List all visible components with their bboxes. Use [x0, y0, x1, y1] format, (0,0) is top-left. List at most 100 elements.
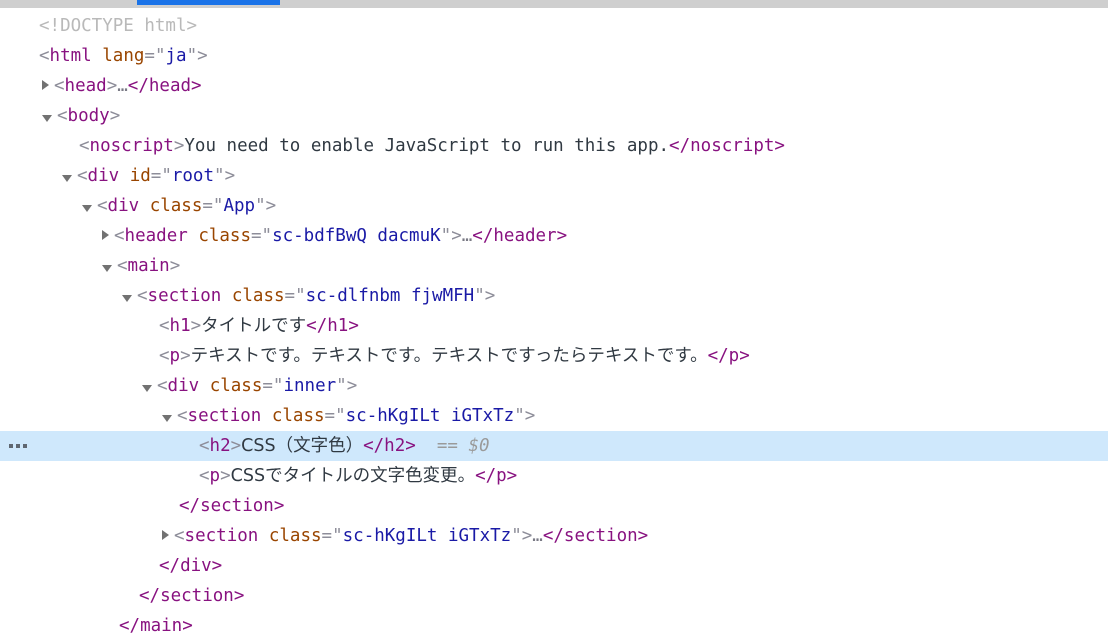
attr-value-token: ja [165, 46, 187, 66]
tag-name-token: p [169, 346, 181, 366]
elements-tab-active-underline[interactable] [137, 0, 280, 5]
dom-tree-row[interactable]: <h1>タイトルです</h1> [0, 311, 1108, 341]
chevron-down-icon[interactable] [122, 294, 132, 302]
angle-close-token: > [220, 466, 231, 486]
dom-tree-row[interactable]: <section class="sc-dlfnbm fjwMFH"> [0, 281, 1108, 311]
devtools-topbar [0, 0, 1108, 8]
dom-tree-row[interactable]: <body> [0, 101, 1108, 131]
attr-quote-token: " [514, 406, 525, 426]
attr-name-token: class [198, 226, 251, 246]
attr-name-token: class [268, 526, 322, 546]
twisty-spacer-icon [122, 595, 134, 596]
twisty-spacer-icon [62, 145, 74, 146]
dom-tree-row[interactable]: <section class="sc-hKgILt iGTxTz"> [0, 401, 1108, 431]
tag-name-token: div [87, 166, 120, 186]
chevron-down-icon[interactable] [102, 264, 112, 272]
chevron-down-icon[interactable] [162, 414, 172, 422]
chevron-down-icon[interactable] [82, 204, 92, 212]
dom-tree-row[interactable]: <div class="inner"> [0, 371, 1108, 401]
dom-tree-row-content: </section> [122, 581, 244, 611]
closing-tag-token: </header> [472, 226, 568, 246]
closing-tag-token: </h1> [306, 316, 359, 336]
chevron-down-icon[interactable] [142, 384, 152, 392]
dom-tree-row[interactable]: </main> [0, 611, 1108, 641]
tag-name-token: section [187, 406, 262, 426]
dom-tree-row[interactable]: <div class="App"> [0, 191, 1108, 221]
tag-name-token: section [147, 286, 222, 306]
node-text-token: CSS（文字色） [241, 436, 364, 456]
tag-name-token: div [167, 376, 200, 396]
dom-tree-row[interactable]: </div> [0, 551, 1108, 581]
twisty-spacer-icon [102, 625, 114, 626]
attr-eq-token: =" [321, 526, 343, 546]
dom-tree-row-selected[interactable]: <h2>CSS（文字色）</h2> == $0 [0, 431, 1108, 461]
twisty-spacer-icon [22, 25, 34, 26]
tag-name-token: header [124, 226, 188, 246]
dom-tree-row[interactable]: </section> [0, 491, 1108, 521]
attr-quote-token: " [440, 226, 452, 246]
doctype-token: <!DOCTYPE html> [39, 16, 198, 36]
attr-value-token: sc-hKgILt iGTxTz [342, 526, 512, 546]
angle-close-token: > [109, 106, 121, 126]
tag-name-token: main [127, 256, 170, 276]
dom-tree-row[interactable]: <section class="sc-hKgILt iGTxTz">…</sec… [0, 521, 1108, 551]
dom-tree-row[interactable]: <html lang="ja"> [0, 41, 1108, 71]
tag-name-token: p [209, 466, 221, 486]
angle-open-token: < [199, 436, 210, 456]
attr-eq-token: =" [144, 46, 166, 66]
chevron-right-icon[interactable] [162, 530, 169, 540]
dom-tree-row[interactable]: </section> [0, 581, 1108, 611]
dom-tree-row[interactable]: <!DOCTYPE html> [0, 11, 1108, 41]
dom-tree-row-content: <div id="root"> [62, 161, 235, 191]
node-text-token: タイトルです [201, 316, 307, 336]
attr-name-token: lang [102, 46, 145, 66]
angle-close-token: > [180, 346, 191, 366]
attr-eq-token: =" [284, 286, 306, 306]
row-overflow-dots-icon[interactable] [0, 431, 36, 461]
closing-tag-token: </div> [159, 556, 223, 576]
collapsed-children-ellipsis: … [117, 76, 128, 96]
node-ref-equals-token: == [415, 436, 469, 456]
dom-tree-row[interactable]: <p>テキストです。テキストです。テキストですったらテキストです。</p> [0, 341, 1108, 371]
chevron-down-icon[interactable] [42, 114, 52, 122]
dom-tree-row[interactable]: <noscript>You need to enable JavaScript … [0, 131, 1108, 161]
angle-open-token: < [177, 406, 188, 426]
dom-tree-row[interactable]: <div id="root"> [0, 161, 1108, 191]
chevron-down-icon[interactable] [62, 174, 72, 182]
dom-tree-row[interactable]: <header class="sc-bdfBwQ dacmuK">…</head… [0, 221, 1108, 251]
dot [9, 444, 13, 448]
angle-open-token: < [54, 76, 65, 96]
dom-tree-row-content: <div class="inner"> [142, 371, 357, 401]
closing-tag-token: </noscript> [669, 136, 785, 156]
attr-quote-token: " [474, 286, 485, 306]
dom-tree-row-content: <noscript>You need to enable JavaScript … [62, 131, 785, 161]
dom-tree-row-content: <head>…</head> [42, 71, 202, 101]
tag-name-token: h2 [209, 436, 231, 456]
dom-tree-row[interactable]: <main> [0, 251, 1108, 281]
attr-value-token: sc-bdfBwQ dacmuK [272, 226, 441, 246]
attr-name-token: class [149, 196, 203, 216]
twisty-spacer-icon [182, 445, 194, 446]
dom-tree-row[interactable]: <head>…</head> [0, 71, 1108, 101]
angle-close-token: > [169, 256, 181, 276]
dom-tree-row-content: <header class="sc-bdfBwQ dacmuK">…</head… [102, 221, 567, 251]
collapsed-children-ellipsis: … [461, 226, 473, 246]
dot [16, 444, 20, 448]
closing-tag-token: </head> [127, 76, 202, 96]
dom-tree-row-content: <h2>CSS（文字色）</h2> == $0 [182, 431, 490, 461]
dom-tree-row-content: <main> [102, 251, 180, 281]
chevron-right-icon[interactable] [42, 80, 49, 90]
chevron-right-icon[interactable] [102, 230, 109, 240]
elements-dom-tree[interactable]: <!DOCTYPE html> <html lang="ja"> <head>…</… [0, 8, 1108, 641]
twisty-spacer-icon [142, 565, 154, 566]
dom-tree-row[interactable]: <p>CSSでタイトルの文字色変更。</p> [0, 461, 1108, 491]
dom-tree-row-content: </main> [102, 611, 193, 641]
angle-open-token: < [159, 316, 170, 336]
dom-tree-row-content: <section class="sc-dlfnbm fjwMFH"> [122, 281, 495, 311]
angle-open-token: < [157, 376, 168, 396]
